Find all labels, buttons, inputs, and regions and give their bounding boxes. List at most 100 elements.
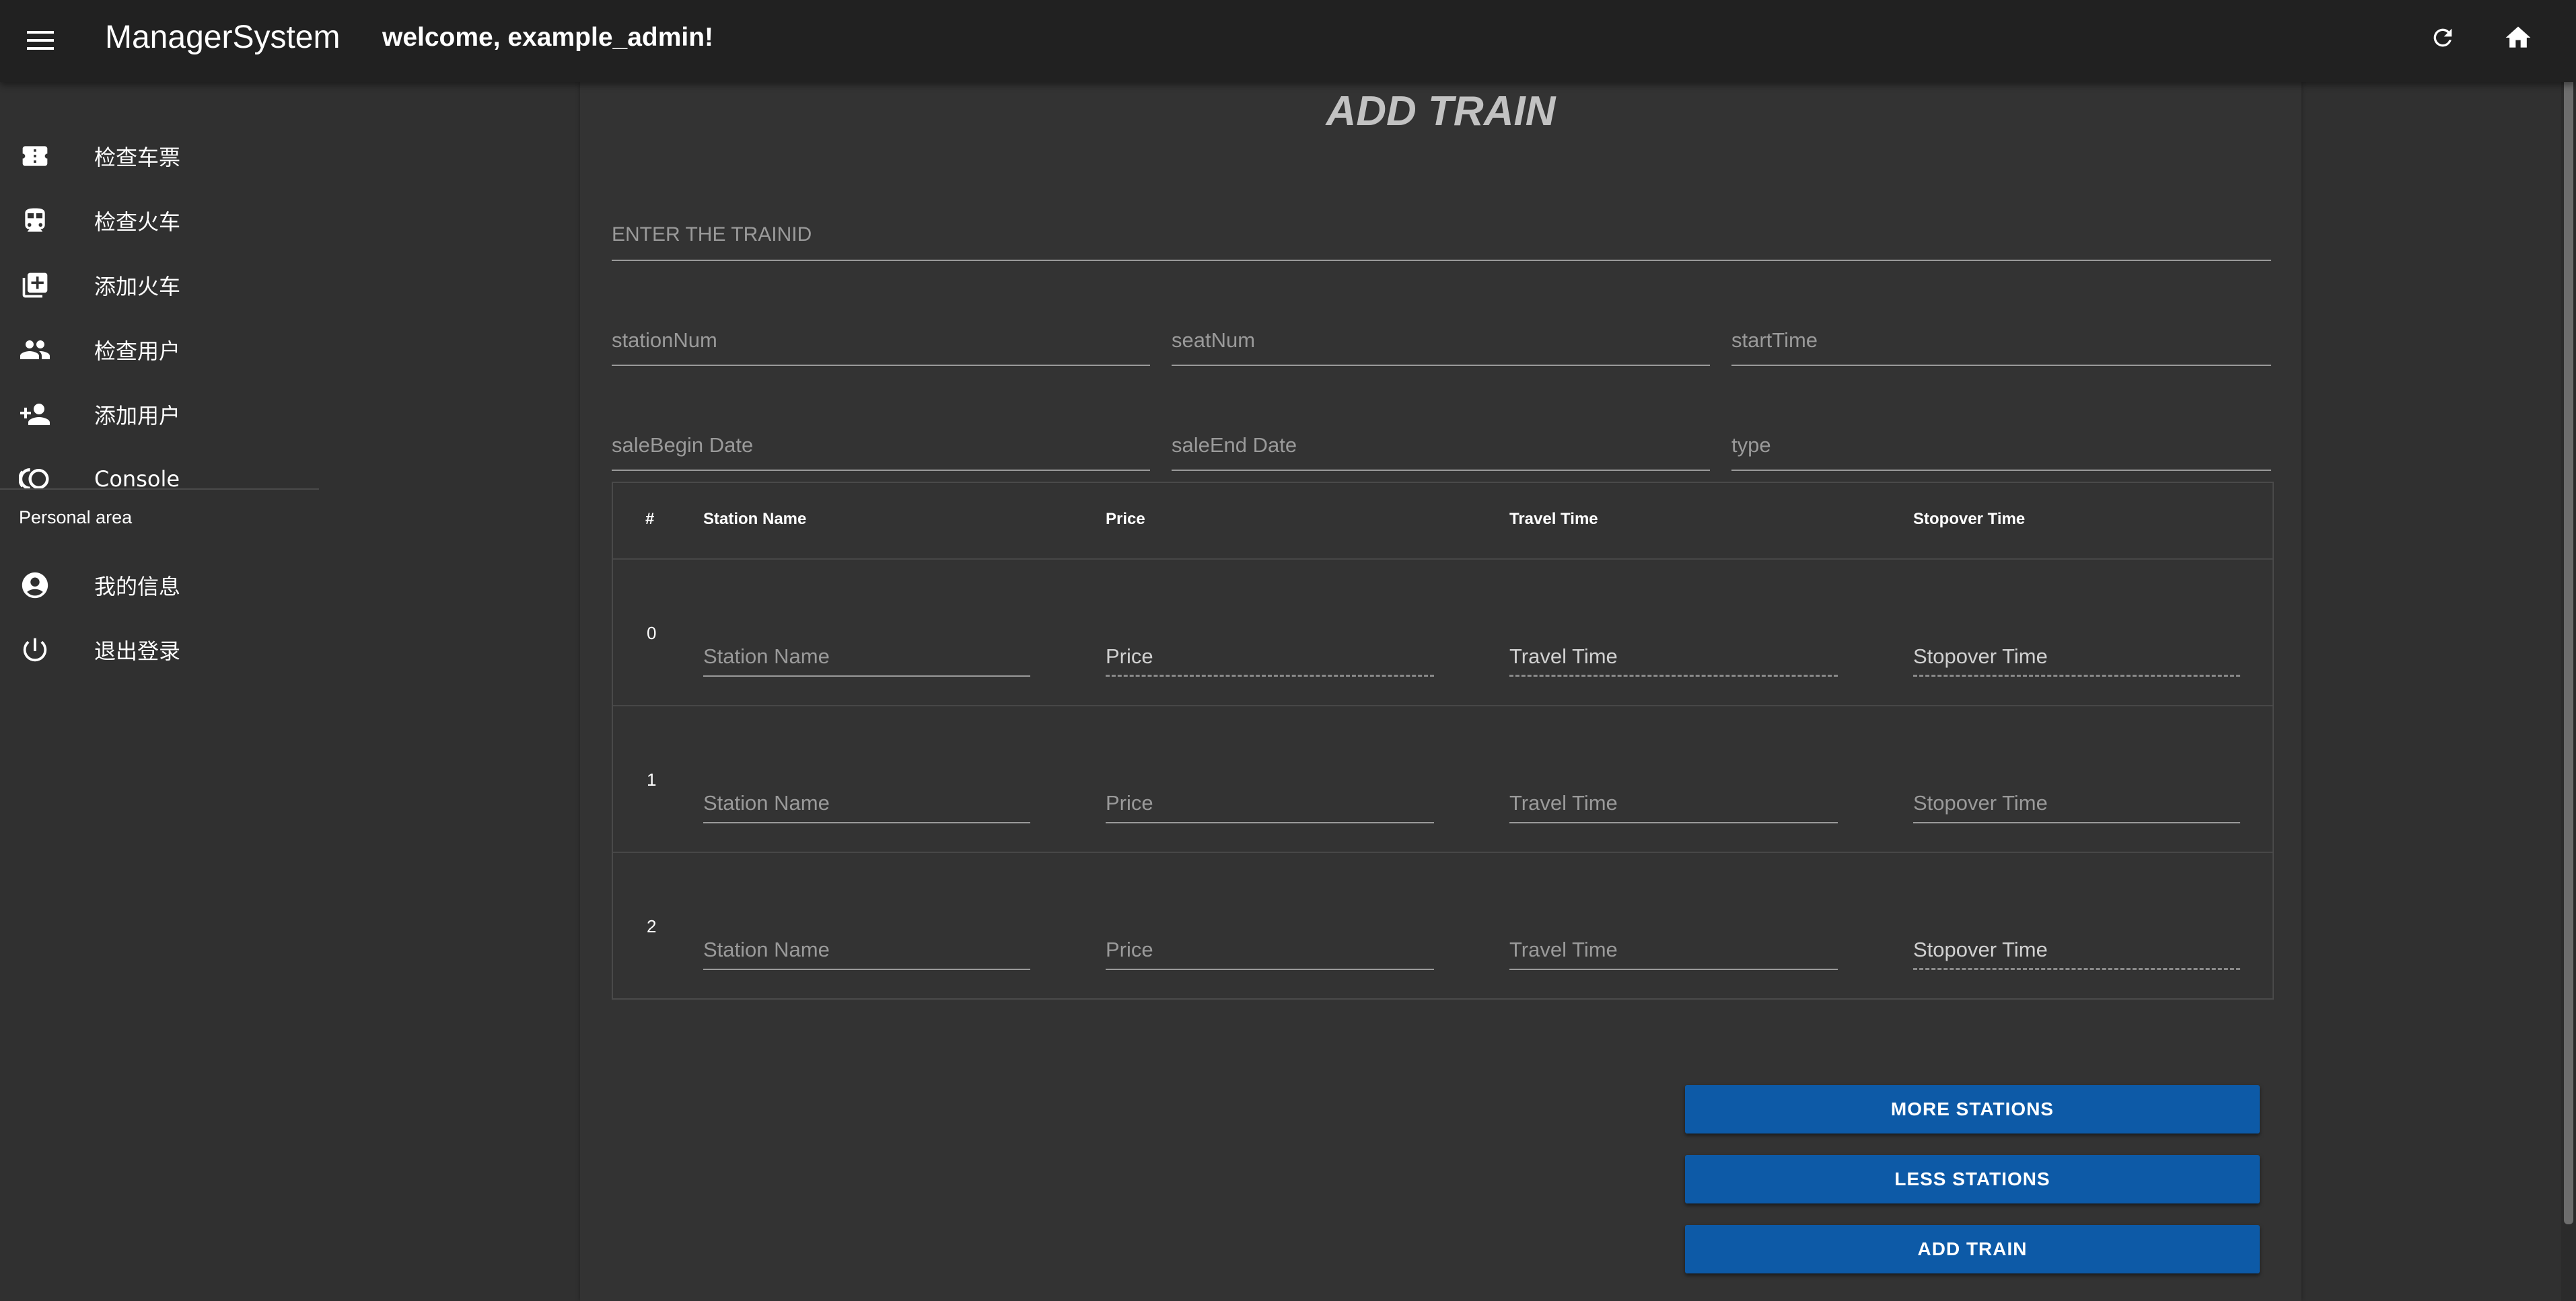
sale-begin-placeholder: saleBegin Date (612, 433, 754, 457)
input-underline (703, 969, 1030, 970)
price-placeholder: Price (1106, 938, 1153, 961)
input-underline (1172, 470, 1710, 471)
travel-time-placeholder: Travel Time (1509, 644, 1618, 668)
row-index: 0 (647, 623, 657, 643)
row-index: 2 (647, 916, 657, 936)
menu-button[interactable] (20, 20, 61, 61)
sidebar: 检查车票 检查火车 添加火车 检查用户 添加用户 Console Persona… (0, 82, 579, 1301)
sidebar-divider (0, 488, 319, 490)
column-header-index: # (645, 510, 655, 528)
column-header-station-name: Station Name (703, 510, 807, 528)
input-underline (1509, 675, 1838, 677)
travel-time-input[interactable]: Travel Time (1509, 632, 1838, 677)
sidebar-item-label: 我的信息 (94, 574, 181, 599)
app-bar: ManagerSystem welcome, example_admin! (0, 0, 2576, 82)
sale-begin-date-input[interactable]: saleBegin Date (612, 426, 1150, 471)
sidebar-item-label: 添加用户 (94, 403, 181, 429)
price-input[interactable]: Price (1106, 632, 1434, 677)
travel-time-placeholder: Travel Time (1509, 791, 1618, 815)
trainid-input[interactable]: ENTER THE TRAINID (612, 217, 2271, 261)
seat-num-placeholder: seatNum (1172, 328, 1256, 352)
add-train-button[interactable]: ADD TRAIN (1685, 1225, 2260, 1273)
station-name-input[interactable]: Station Name (703, 779, 1030, 823)
stopover-time-placeholder: Stopover Time (1913, 938, 2048, 961)
input-underline (1509, 969, 1838, 970)
sale-end-date-input[interactable]: saleEnd Date (1172, 426, 1710, 471)
price-input[interactable]: Price (1106, 779, 1434, 823)
price-input[interactable]: Price (1106, 926, 1434, 970)
travel-time-input[interactable]: Travel Time (1509, 779, 1838, 823)
station-name-placeholder: Station Name (703, 938, 830, 961)
app-title: ManagerSystem (105, 20, 341, 55)
less-stations-button[interactable]: LESS STATIONS (1685, 1155, 2260, 1203)
sidebar-item-add-user[interactable]: 添加用户 (0, 382, 319, 447)
input-underline (1731, 470, 2271, 471)
console-icon (19, 463, 51, 495)
scrollbar-thumb[interactable] (2564, 0, 2573, 1224)
stopover-time-placeholder: Stopover Time (1913, 791, 2048, 815)
home-icon (2505, 26, 2531, 48)
input-underline (1509, 822, 1838, 823)
stopover-time-input[interactable]: Stopover Time (1913, 632, 2240, 677)
input-underline (612, 365, 1150, 366)
input-underline (1106, 822, 1434, 823)
sidebar-item-add-train[interactable]: 添加火车 (0, 253, 319, 318)
station-name-input[interactable]: Station Name (703, 926, 1030, 970)
station-num-input[interactable]: stationNum (612, 322, 1150, 366)
start-time-input[interactable]: startTime (1731, 322, 2271, 366)
input-underline (703, 822, 1030, 823)
input-underline (1106, 969, 1434, 970)
sidebar-item-logout[interactable]: 退出登录 (0, 618, 319, 682)
sidebar-item-console[interactable]: Console (0, 447, 319, 511)
stopover-time-input[interactable]: Stopover Time (1913, 926, 2240, 970)
page-scrollbar[interactable] (2561, 0, 2576, 1301)
sidebar-item-my-info[interactable]: 我的信息 (0, 553, 319, 618)
price-placeholder: Price (1106, 644, 1153, 668)
seat-num-input[interactable]: seatNum (1172, 322, 1710, 366)
refresh-button[interactable] (2423, 17, 2463, 58)
sale-end-placeholder: saleEnd Date (1172, 433, 1297, 457)
sidebar-item-label: 检查用户 (94, 338, 181, 364)
refresh-icon (2433, 28, 2452, 47)
input-underline (1731, 365, 2271, 366)
travel-time-input[interactable]: Travel Time (1509, 926, 1838, 970)
sidebar-item-check-trains[interactable]: 检查火车 (0, 188, 319, 253)
sidebar-item-label: 添加火车 (94, 274, 181, 299)
start-time-placeholder: startTime (1731, 328, 1818, 352)
more-stations-button[interactable]: MORE STATIONS (1685, 1085, 2260, 1133)
sidebar-item-label: 退出登录 (94, 638, 181, 664)
train-icon (19, 205, 51, 237)
price-placeholder: Price (1106, 791, 1153, 815)
travel-time-placeholder: Travel Time (1509, 938, 1618, 961)
personal-area-header: Personal area (19, 507, 133, 527)
column-header-stopover-time: Stopover Time (1913, 510, 2026, 528)
sidebar-item-label: 检查火车 (94, 209, 181, 235)
account-circle-icon (19, 569, 51, 601)
stopover-time-placeholder: Stopover Time (1913, 644, 2048, 668)
input-underline (612, 260, 2271, 261)
station-name-placeholder: Station Name (703, 644, 830, 668)
station-name-placeholder: Station Name (703, 791, 830, 815)
page-title: ADD TRAIN (1326, 88, 1556, 135)
type-placeholder: type (1731, 433, 1771, 457)
input-underline (1913, 822, 2240, 823)
row-divider (613, 558, 2273, 560)
power-icon (19, 634, 51, 666)
stopover-time-input[interactable]: Stopover Time (1913, 779, 2240, 823)
station-name-input[interactable]: Station Name (703, 632, 1030, 677)
row-divider (613, 852, 2273, 853)
ticket-icon (19, 140, 51, 172)
sidebar-item-check-users[interactable]: 检查用户 (0, 318, 319, 382)
input-underline (703, 675, 1030, 677)
row-index: 1 (647, 770, 657, 790)
input-underline (1106, 675, 1434, 677)
menu-icon (27, 31, 54, 50)
person-add-icon (19, 398, 51, 431)
sidebar-item-check-tickets[interactable]: 检查车票 (0, 124, 319, 188)
trainid-placeholder: ENTER THE TRAINID (612, 223, 812, 246)
library-add-icon (19, 269, 51, 301)
welcome-message: welcome, example_admin! (382, 23, 714, 52)
input-underline (1913, 968, 2240, 970)
type-input[interactable]: type (1731, 426, 2271, 471)
home-button[interactable] (2498, 17, 2538, 58)
